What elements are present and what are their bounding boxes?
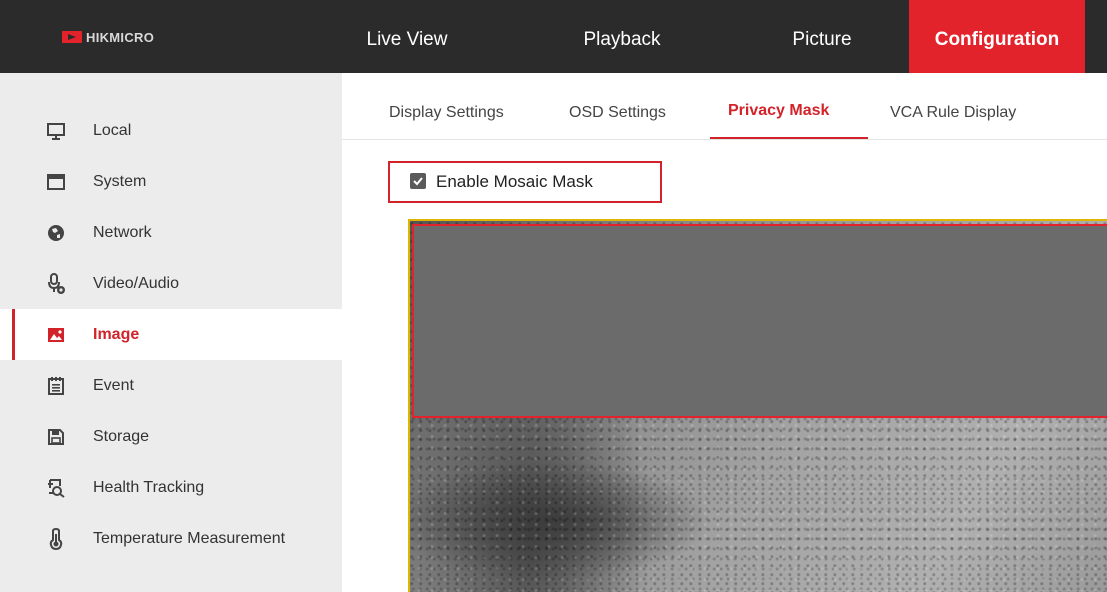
brand-name: HIKMICRO [86,29,155,45]
calendar-icon [46,376,66,396]
sidebar-item-health-tracking[interactable]: Health Tracking [0,462,342,513]
brand-logo: HIKMICRO [62,28,154,46]
top-navigation-bar: HIKMICRO Live View Playback Picture Conf… [0,0,1107,73]
microphone-icon [46,272,66,294]
sidebar-item-label: Network [93,223,152,241]
enable-mosaic-mask-checkbox[interactable] [410,173,426,189]
health-search-icon [46,478,66,498]
video-preview[interactable] [408,219,1107,592]
sidebar-item-local[interactable]: Local [0,105,342,156]
active-tab-indicator [710,137,868,139]
sidebar-item-system[interactable]: System [0,156,342,207]
image-icon [46,325,66,345]
tab-privacy-mask[interactable]: Privacy Mask [728,102,829,120]
tab-display-settings[interactable]: Display Settings [389,104,504,122]
window-icon [46,172,66,192]
globe-icon [46,223,66,243]
sidebar-item-network[interactable]: Network [0,207,342,258]
tab-osd-settings[interactable]: OSD Settings [569,104,666,122]
nav-picture[interactable]: Picture [742,0,902,73]
sidebar-item-label: Local [93,121,132,139]
save-icon [46,427,66,447]
nav-configuration[interactable]: Configuration [909,0,1085,73]
brand-logo-icon [62,31,82,43]
sidebar: Local System Network Video/Audio Image E… [0,73,342,592]
sidebar-item-storage[interactable]: Storage [0,411,342,462]
sidebar-item-label: Video/Audio [93,274,179,292]
monitor-icon [46,121,66,141]
sidebar-item-label: Event [93,376,134,394]
sidebar-item-label: Temperature Measurement [93,529,286,547]
sidebar-item-label: Image [93,325,140,343]
sidebar-item-label: Storage [93,427,150,445]
thermometer-icon [46,527,66,550]
tab-divider [342,139,1107,140]
privacy-mask-region[interactable] [412,224,1107,418]
nav-playback[interactable]: Playback [542,0,702,73]
sidebar-item-label: Health Tracking [93,478,205,496]
sidebar-item-event[interactable]: Event [0,360,342,411]
sidebar-item-image[interactable]: Image [0,309,342,360]
nav-live-view[interactable]: Live View [342,0,472,73]
checkmark-icon [413,177,423,186]
sidebar-item-video-audio[interactable]: Video/Audio [0,258,342,309]
sidebar-item-temperature-measurement[interactable]: Temperature Measurement [0,513,342,564]
tab-vca-rule-display[interactable]: VCA Rule Display [890,104,1016,122]
enable-mosaic-mask-label[interactable]: Enable Mosaic Mask [436,172,593,192]
sidebar-item-label: System [93,172,147,190]
